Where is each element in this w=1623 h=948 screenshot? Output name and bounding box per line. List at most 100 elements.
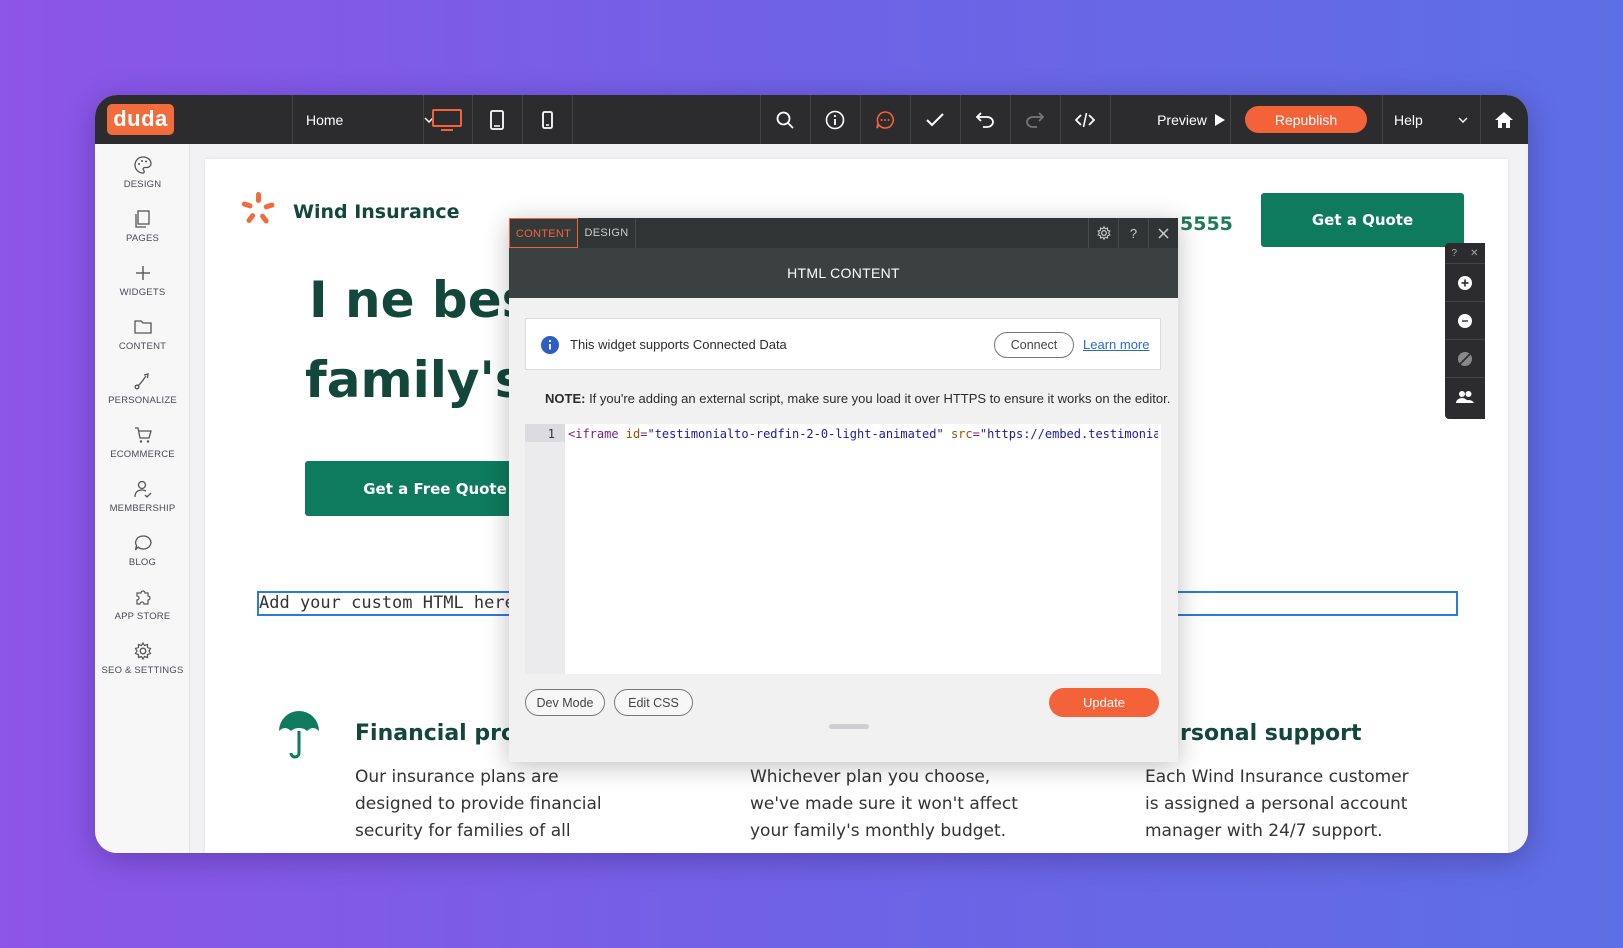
dialog-tabs: CONTENT DESIGN ? bbox=[509, 218, 1178, 248]
desktop-view-button[interactable] bbox=[422, 95, 472, 144]
code-tag: <iframe bbox=[568, 427, 626, 441]
note-label: NOTE: bbox=[545, 391, 586, 406]
collaborators-button[interactable] bbox=[1445, 377, 1485, 415]
brand-name[interactable]: Wind Insurance bbox=[293, 201, 460, 223]
help-button[interactable]: ? bbox=[1118, 218, 1148, 248]
sidebar-item-label: CONTENT bbox=[118, 341, 167, 352]
feature-title: Financial prot bbox=[355, 721, 527, 746]
sidebar-item-label: PERSONALIZE bbox=[108, 395, 177, 406]
code-attr: src bbox=[950, 427, 973, 441]
cart-icon bbox=[134, 427, 152, 443]
redo-icon bbox=[1026, 111, 1044, 128]
sidebar-item-content[interactable]: CONTENT bbox=[95, 318, 190, 368]
play-icon bbox=[1214, 113, 1225, 126]
learn-more-link[interactable]: Learn more bbox=[1083, 319, 1149, 371]
connect-button[interactable]: Connect bbox=[994, 332, 1074, 358]
hero-heading-line1: I ne bes bbox=[309, 271, 532, 329]
close-icon[interactable]: ✕ bbox=[1470, 248, 1478, 259]
dev-mode-button[interactable]: Dev Mode bbox=[525, 689, 605, 716]
feature-text: Whichever plan you choose, we've made su… bbox=[750, 767, 1018, 841]
page-selector-label: Home bbox=[306, 111, 344, 128]
code-string: "testimonialto-redfin-2-0-light-animated… bbox=[647, 427, 944, 441]
sidebar-item-personalize[interactable]: PERSONALIZE bbox=[95, 372, 190, 422]
tab-content[interactable]: CONTENT bbox=[509, 218, 578, 248]
sidebar-item-blog[interactable]: BLOG bbox=[95, 534, 190, 584]
undo-icon bbox=[976, 111, 994, 128]
page-selector[interactable]: Home bbox=[306, 95, 434, 144]
info-button[interactable] bbox=[810, 95, 860, 144]
add-comment-icon bbox=[1458, 275, 1472, 290]
float-toolbar-header: ? ✕ bbox=[1445, 243, 1485, 263]
sidebar-item-pages[interactable]: PAGES bbox=[95, 210, 190, 260]
help-menu[interactable]: Help bbox=[1382, 95, 1480, 144]
tab-design[interactable]: DESIGN bbox=[578, 218, 636, 248]
sidebar-item-seo-settings[interactable]: SEO & SETTINGS bbox=[95, 642, 190, 692]
search-button[interactable] bbox=[760, 95, 810, 144]
sidebar-item-ecommerce[interactable]: ECOMMERCE bbox=[95, 426, 190, 476]
home-button[interactable] bbox=[1480, 95, 1528, 144]
hero-heading-line2: family's bbox=[305, 351, 525, 409]
feature-text: Each Wind Insurance customer is assigned… bbox=[1145, 767, 1409, 841]
code-line[interactable]: <iframe id="testimonialto-redfin-2-0-lig… bbox=[568, 427, 1158, 441]
help-icon: ? bbox=[1129, 225, 1138, 241]
connected-data-banner: This widget supports Connected Data Conn… bbox=[525, 318, 1161, 370]
plus-icon bbox=[135, 266, 150, 280]
comments-button[interactable] bbox=[860, 95, 910, 144]
settings-button[interactable] bbox=[1088, 218, 1118, 248]
update-button[interactable]: Update bbox=[1049, 688, 1159, 717]
sidebar-item-app-store[interactable]: APP STORE bbox=[95, 588, 190, 638]
hide-comments-button[interactable] bbox=[1445, 339, 1485, 377]
developer-mode-button[interactable] bbox=[1060, 95, 1110, 144]
sidebar-item-label: ECOMMERCE bbox=[110, 449, 175, 460]
left-sidebar: DESIGN PAGES WIDGETS CONTENT PERSONALIZE… bbox=[95, 144, 190, 853]
sidebar-item-widgets[interactable]: WIDGETS bbox=[95, 264, 190, 314]
undo-button[interactable] bbox=[960, 95, 1010, 144]
sidebar-item-design[interactable]: DESIGN bbox=[95, 156, 190, 206]
personalize-icon bbox=[134, 373, 149, 390]
phone-number[interactable]: 5555 bbox=[1180, 213, 1233, 235]
sidebar-item-membership[interactable]: MEMBERSHIP bbox=[95, 480, 190, 530]
comment-icon bbox=[876, 110, 894, 129]
html-code-editor[interactable]: 1 <iframe id="testimonialto-redfin-2-0-l… bbox=[525, 424, 1161, 674]
sidebar-item-label: MEMBERSHIP bbox=[109, 503, 176, 514]
add-comment-button[interactable] bbox=[1445, 263, 1485, 301]
chat-bubble-icon bbox=[134, 535, 152, 551]
get-a-quote-button[interactable]: Get a Quote bbox=[1261, 193, 1464, 247]
code-icon bbox=[1075, 112, 1095, 127]
feature-text: Our insurance plans are designed to prov… bbox=[355, 767, 602, 841]
checkmark-icon bbox=[926, 112, 944, 126]
note-text: If you're adding an external script, mak… bbox=[585, 391, 1171, 406]
feature-title: rsonal support bbox=[1180, 721, 1362, 746]
validate-button[interactable] bbox=[910, 95, 960, 144]
comments-list-button[interactable] bbox=[1445, 301, 1485, 339]
resize-handle[interactable] bbox=[829, 724, 869, 729]
sidebar-item-label: DESIGN bbox=[123, 179, 162, 190]
sidebar-item-label: PAGES bbox=[125, 233, 160, 244]
edit-css-button[interactable]: Edit CSS bbox=[614, 689, 693, 716]
close-button[interactable] bbox=[1148, 218, 1178, 248]
floating-toolbar: ? ✕ bbox=[1445, 243, 1485, 419]
line-gutter bbox=[525, 424, 565, 674]
code-attr: id bbox=[625, 427, 641, 441]
preview-button[interactable]: Preview bbox=[1144, 95, 1238, 144]
comment-icon bbox=[1458, 313, 1472, 328]
dialog-title: HTML CONTENT bbox=[509, 248, 1178, 298]
hide-comments-icon bbox=[1458, 351, 1472, 366]
mobile-view-button[interactable] bbox=[522, 95, 572, 144]
help-icon[interactable]: ? bbox=[1452, 248, 1458, 259]
tablet-view-button[interactable] bbox=[472, 95, 522, 144]
gear-icon bbox=[134, 642, 151, 660]
duda-logo[interactable]: duda bbox=[107, 104, 174, 135]
redo-button[interactable] bbox=[1010, 95, 1060, 144]
preview-label: Preview bbox=[1157, 111, 1207, 128]
home-icon bbox=[1495, 111, 1513, 128]
info-icon bbox=[825, 110, 845, 129]
mobile-icon bbox=[541, 110, 553, 129]
brand-logo-icon bbox=[241, 192, 275, 224]
dialog-body: This widget supports Connected Data Conn… bbox=[509, 298, 1178, 762]
chevron-down-icon bbox=[1458, 116, 1468, 123]
sidebar-item-label: SEO & SETTINGS bbox=[101, 665, 184, 676]
sidebar-item-label: APP STORE bbox=[114, 611, 171, 622]
republish-button[interactable]: Republish bbox=[1245, 106, 1367, 133]
divider bbox=[292, 95, 293, 144]
